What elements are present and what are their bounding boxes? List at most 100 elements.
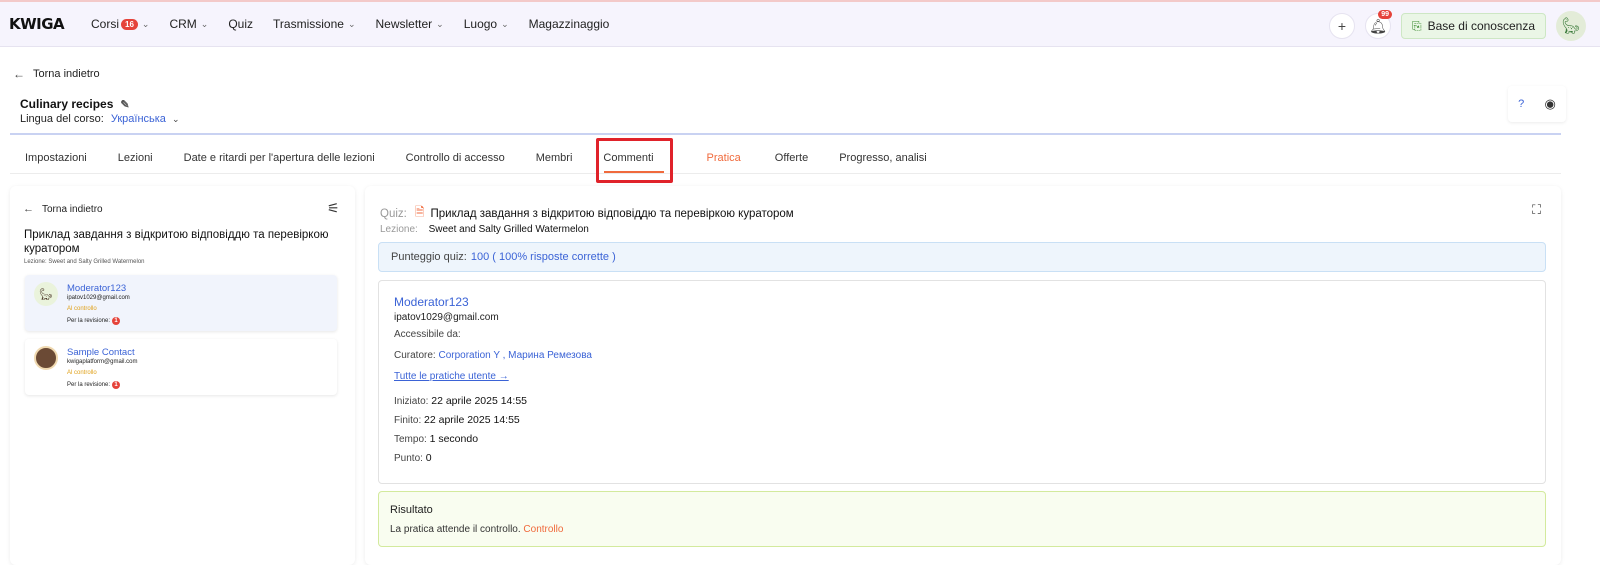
- time-label: Tempo:: [394, 434, 427, 445]
- back-link-label: Torna indietro: [33, 68, 100, 80]
- course-title: Culinary recipes ✎: [20, 97, 130, 111]
- curator-links[interactable]: Corporation Y , Марина Ремезова: [438, 350, 592, 361]
- submission-user-email: kwigaplatform@gmail.com: [67, 359, 138, 365]
- quiz-score: Punteggio quiz: 100 ( 100% risposte corr…: [378, 242, 1546, 272]
- preview-eye-icon[interactable]: ◉: [1545, 96, 1556, 112]
- submission-card[interactable]: Sample Contact kwigaplatform@gmail.com A…: [25, 339, 337, 395]
- nav-item-trasmissione[interactable]: Trasmissione ⌄: [273, 17, 355, 31]
- time-value: 1 secondo: [429, 433, 479, 445]
- main-nav: Corsi 16 ⌄ CRM ⌄ Quiz Trasmissione ⌄ New…: [91, 17, 629, 31]
- submission-card[interactable]: 🦕︎ Moderator123 ipatov1029@gmail.com Al …: [25, 275, 337, 331]
- quiz-info: Quiz: 🗎 Приклад завдання з відкритою від…: [380, 203, 794, 224]
- submission-user-name[interactable]: Moderator123: [67, 283, 126, 294]
- score-value: 100 ( 100% risposte corrette ): [470, 251, 616, 263]
- lesson-info: Lezione: Sweet and Salty Grilled Waterme…: [380, 224, 589, 235]
- knowledge-base-label: Base di conoscenza: [1427, 19, 1535, 33]
- notifications-badge: 99: [1378, 10, 1392, 19]
- lesson-label: Lezione:: [380, 224, 418, 235]
- nav-item-label: Trasmissione: [273, 17, 344, 31]
- lesson-name: Sweet and Salty Grilled Watermelon: [428, 224, 589, 235]
- review-link[interactable]: Controllo: [523, 524, 563, 535]
- submission-status: Al controllo: [67, 306, 97, 312]
- user-name-link[interactable]: Moderator123: [394, 295, 469, 309]
- points-row: Punto: 0: [394, 452, 432, 464]
- access-label: Accessibile da:: [394, 329, 461, 340]
- avatar: [34, 346, 58, 370]
- all-user-practices-link[interactable]: Tutte le pratiche utente →: [394, 371, 509, 382]
- review-label: Per la revisione:: [67, 382, 111, 388]
- chevron-down-icon: ⌄: [141, 18, 150, 29]
- add-button[interactable]: +: [1328, 13, 1355, 39]
- book-icon: ⎘: [1411, 18, 1422, 33]
- nav-item-corsi[interactable]: Corsi 16 ⌄: [91, 17, 149, 31]
- finished-row: Finito: 22 aprile 2025 14:55: [394, 414, 520, 426]
- tab-progresso[interactable]: Progresso, analisi: [839, 152, 926, 164]
- curator-label: Curatore:: [394, 350, 436, 361]
- review-count-badge: 1: [112, 381, 121, 389]
- tab-membri[interactable]: Membri: [536, 152, 573, 164]
- nav-item-luogo[interactable]: Luogo ⌄: [464, 17, 509, 31]
- review-label: Per la revisione:: [67, 318, 111, 324]
- tab-controllo-accesso[interactable]: Controllo di accesso: [406, 152, 505, 164]
- tab-pratica[interactable]: Pratica: [707, 152, 741, 164]
- pencil-icon[interactable]: ✎: [120, 98, 129, 111]
- tab-date-ritardi[interactable]: Date e ritardi per l'apertura delle lezi…: [184, 152, 375, 164]
- access-row: Accessibile da:: [394, 329, 461, 340]
- document-icon: 🗎: [414, 205, 425, 219]
- tab-impostazioni[interactable]: Impostazioni: [25, 152, 87, 164]
- chevron-down-icon[interactable]: ⌄: [172, 114, 180, 124]
- chevron-down-icon: ⌄: [347, 18, 356, 29]
- help-button[interactable]: ?: [1518, 98, 1524, 110]
- nav-right-actions: + 🔔︎ 99 ⎘ Base di conoscenza 🦕︎: [1328, 10, 1586, 41]
- knowledge-base-button[interactable]: ⎘ Base di conoscenza: [1400, 13, 1546, 39]
- review-count-row: Per la revisione: 1: [67, 317, 121, 325]
- points-value: 0: [425, 452, 432, 464]
- submissions-list-panel: ← Torna indietro ⚟ Приклад завдання з ві…: [10, 186, 355, 565]
- chevron-down-icon: ⌄: [200, 18, 209, 29]
- nav-item-label: CRM: [169, 17, 197, 31]
- quiz-title: Приклад завдання з відкритою відповіддю …: [24, 229, 329, 255]
- dinosaur-icon: 🦕︎: [1560, 18, 1582, 35]
- user-email: ipatov1029@gmail.com: [394, 312, 499, 323]
- result-text: La pratica attende il controllo.: [390, 524, 521, 535]
- panel-back-label: Torna indietro: [42, 203, 103, 215]
- submission-status: Al controllo: [67, 370, 97, 376]
- course-language-label: Lingua del corso:: [20, 113, 104, 125]
- tab-lezioni[interactable]: Lezioni: [118, 152, 153, 164]
- avatar: 🦕︎: [34, 282, 58, 306]
- arrow-left-icon: ←: [23, 203, 34, 215]
- fullscreen-icon[interactable]: ⛶: [1532, 202, 1541, 218]
- logo[interactable]: KWIGA: [9, 15, 79, 33]
- submission-user-name[interactable]: Sample Contact: [67, 347, 135, 358]
- page-tools: ? ◉: [1508, 86, 1566, 122]
- tab-offerte[interactable]: Offerte: [775, 152, 808, 164]
- nav-item-label: Magazzinaggio: [528, 17, 610, 31]
- course-language-select[interactable]: Українська: [111, 113, 166, 125]
- dinosaur-icon: 🦕︎: [38, 287, 54, 301]
- result-text-row: La pratica attende il controllo. Control…: [390, 524, 563, 535]
- nav-item-crm[interactable]: CRM ⌄: [169, 17, 208, 31]
- notifications-button[interactable]: 🔔︎ 99: [1364, 10, 1392, 39]
- course-title-text: Culinary recipes: [20, 97, 114, 111]
- review-count-row: Per la revisione: 1: [67, 381, 121, 389]
- panel-back-link[interactable]: ← Torna indietro: [23, 203, 103, 215]
- back-link[interactable]: ← Torna indietro: [13, 67, 100, 81]
- user-avatar[interactable]: 🦕︎: [1556, 11, 1586, 41]
- nav-item-magazzinaggio[interactable]: Magazzinaggio: [529, 17, 610, 31]
- score-label: Punteggio quiz:: [391, 251, 467, 263]
- nav-item-quiz[interactable]: Quiz: [228, 17, 253, 31]
- nav-item-newsletter[interactable]: Newsletter ⌄: [375, 17, 443, 31]
- filter-sliders-icon[interactable]: ⚟: [327, 200, 340, 217]
- course-language: Lingua del corso: Українська ⌄: [20, 113, 180, 125]
- course-tabs: Impostazioni Lezioni Date e ritardi per …: [25, 152, 958, 164]
- started-row: Iniziato: 22 aprile 2025 14:55: [394, 395, 527, 407]
- nav-badge: 16: [121, 18, 138, 30]
- started-value: 22 aprile 2025 14:55: [431, 395, 527, 407]
- result-title: Risultato: [390, 504, 433, 516]
- nav-item-label: Corsi: [91, 17, 120, 31]
- lesson-label: Lezione: Sweet and Salty Grilled Waterme…: [24, 259, 145, 265]
- nav-item-label: Luogo: [463, 17, 498, 31]
- highlight-annotation: [596, 138, 673, 183]
- plus-icon: +: [1337, 18, 1347, 34]
- time-row: Tempo: 1 secondo: [394, 433, 478, 445]
